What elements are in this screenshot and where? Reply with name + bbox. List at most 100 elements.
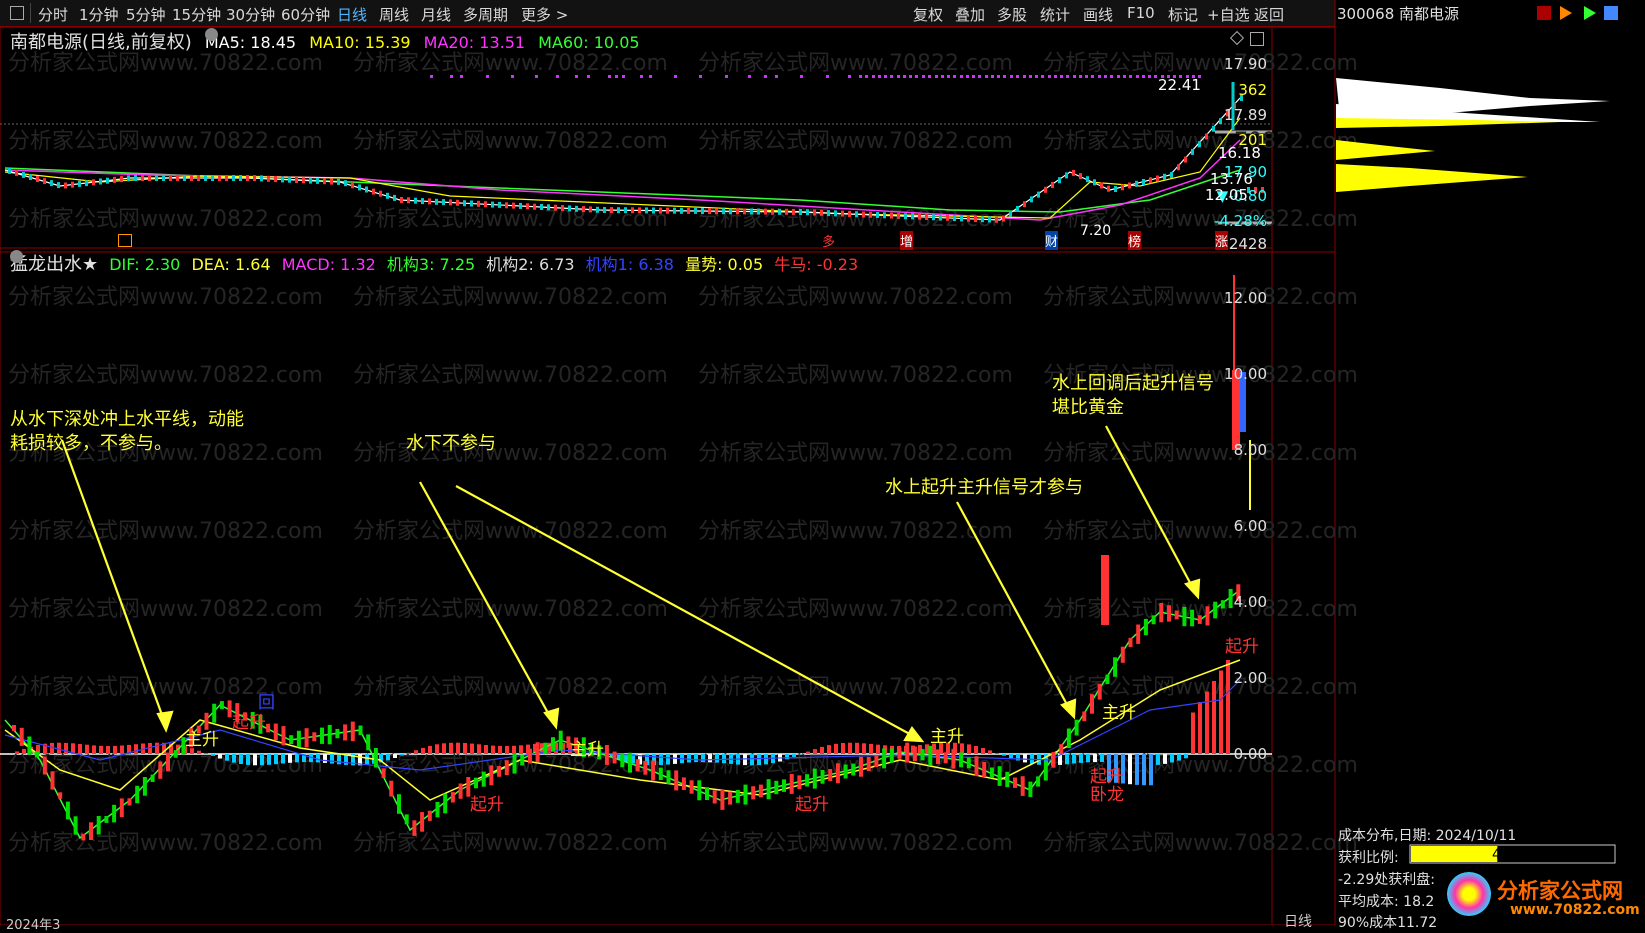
- ma-line: [5, 168, 1240, 212]
- candle: [15, 170, 18, 176]
- indicator-candle: [713, 790, 717, 803]
- signal-dot: [897, 75, 900, 78]
- signal-dot: [460, 75, 463, 78]
- signal-dot: [935, 75, 938, 78]
- indicator-candle: [420, 812, 424, 832]
- histogram-bar: [1184, 754, 1188, 758]
- kline-chart[interactable]: 分析家公式网www.70822.com 分析家公式网www.70822.com 分析…: [0, 0, 1645, 925]
- signal-dot: [608, 75, 611, 78]
- signal-dot: [884, 75, 887, 78]
- indicator-candle: [1005, 772, 1009, 787]
- histogram-bar: [869, 744, 873, 754]
- candle: [918, 214, 921, 220]
- event-marker[interactable]: 增: [900, 231, 913, 250]
- histogram-bar: [1093, 754, 1097, 762]
- candle: [435, 199, 438, 205]
- macd-value: MACD: 1.32: [282, 255, 376, 274]
- indicator-candle: [1213, 602, 1217, 619]
- indicator-candle: [543, 743, 547, 754]
- jg1-value: 机构1: 6.38: [586, 255, 674, 274]
- candle: [50, 180, 53, 186]
- candle: [316, 178, 319, 184]
- candle: [1142, 179, 1145, 185]
- signal-dot: [649, 75, 652, 78]
- flag-icon[interactable]: [1560, 6, 1572, 20]
- indicator-candle: [374, 748, 378, 768]
- signal-dot: [922, 75, 925, 78]
- indicator-candle: [674, 770, 678, 790]
- indicator-candle: [397, 794, 401, 814]
- histogram-bar: [386, 754, 390, 760]
- indicator-candle: [1101, 555, 1109, 625]
- avg-cost: 平均成本: 18.2: [1338, 891, 1434, 911]
- histogram-bar: [491, 746, 495, 754]
- indicator-candle: [228, 700, 232, 717]
- candle: [1135, 181, 1138, 187]
- candle: [176, 175, 179, 181]
- candle: [701, 208, 704, 214]
- watermark-text: 分析家公式网www.70822.com: [353, 441, 668, 466]
- histogram-bar: [1205, 692, 1209, 755]
- event-marker[interactable]: 多: [822, 231, 835, 250]
- indicator-candle: [559, 731, 563, 751]
- signal-dot: [985, 75, 988, 78]
- candle: [1205, 134, 1208, 140]
- candle: [505, 202, 508, 208]
- indicator-settings-icon[interactable]: [10, 250, 23, 263]
- ma60-value: MA60: 10.05: [538, 33, 639, 52]
- signal-dot: [450, 75, 453, 78]
- candle: [1163, 174, 1166, 180]
- indicator-candle: [1090, 694, 1094, 714]
- niuma-value: 牛马: -0.23: [774, 255, 858, 274]
- candle: [932, 214, 935, 220]
- chart-type-icon[interactable]: [1537, 6, 1551, 20]
- candle: [652, 208, 655, 214]
- candle: [624, 207, 627, 213]
- histogram-bar: [1100, 754, 1104, 762]
- histogram-bar: [232, 754, 236, 763]
- indicator-candle: [1105, 675, 1109, 685]
- indicator-legend: 猛龙出水★ DIF: 2.30 DEA: 1.64 MACD: 1.32 机构3…: [10, 250, 864, 276]
- candle: [1058, 177, 1061, 183]
- watermark-text: 分析家公式网www.70822.com: [353, 519, 668, 544]
- arrow-icon[interactable]: [1584, 6, 1596, 20]
- event-marker[interactable]: 榜: [1128, 231, 1141, 250]
- annotation-line: 水上回调后起升信号: [1052, 372, 1214, 396]
- indicator-candle: [528, 749, 532, 764]
- candle: [981, 216, 984, 222]
- candle: [575, 206, 578, 212]
- candle: [1156, 176, 1159, 182]
- histogram-bar: [323, 754, 327, 763]
- indicator-candle: [97, 816, 101, 835]
- date-axis-label: 2024年3: [6, 914, 60, 933]
- candle: [778, 209, 781, 215]
- ma-line: [5, 590, 1240, 838]
- annotation-line: 从水下深处冲上水平线，动能: [10, 408, 244, 432]
- indicator-candle: [767, 779, 771, 799]
- watermark-text: 分析家公式网www.70822.com: [698, 363, 1013, 388]
- candle: [806, 209, 809, 215]
- jg2-value: 机构2: 6.73: [486, 255, 574, 274]
- indicator-candle: [998, 766, 1002, 786]
- profit-value: 42.5%: [1492, 847, 1536, 863]
- watermark-text: 分析家公式网www.70822.com: [353, 129, 668, 154]
- indicator-candle: [551, 737, 555, 752]
- event-marker[interactable]: 涨: [1215, 231, 1228, 250]
- grid-icon[interactable]: [1604, 6, 1618, 20]
- histogram-bar: [967, 744, 971, 754]
- histogram-bar: [337, 754, 341, 764]
- settings-gear-icon[interactable]: [205, 28, 218, 41]
- histogram-bar: [274, 754, 278, 764]
- histogram-bar: [50, 743, 54, 754]
- candle: [218, 175, 221, 181]
- watermark-text: 分析家公式网www.70822.com: [353, 285, 668, 310]
- panel-toggle-icon[interactable]: [1250, 32, 1264, 46]
- info-square-icon[interactable]: [118, 234, 132, 247]
- histogram-bar: [155, 743, 159, 754]
- indicator-candle: [482, 772, 486, 787]
- histogram-bar: [449, 743, 453, 754]
- candle: [407, 197, 410, 203]
- histogram-bar: [463, 743, 467, 754]
- event-marker[interactable]: 财: [1045, 231, 1058, 250]
- candle: [680, 208, 683, 214]
